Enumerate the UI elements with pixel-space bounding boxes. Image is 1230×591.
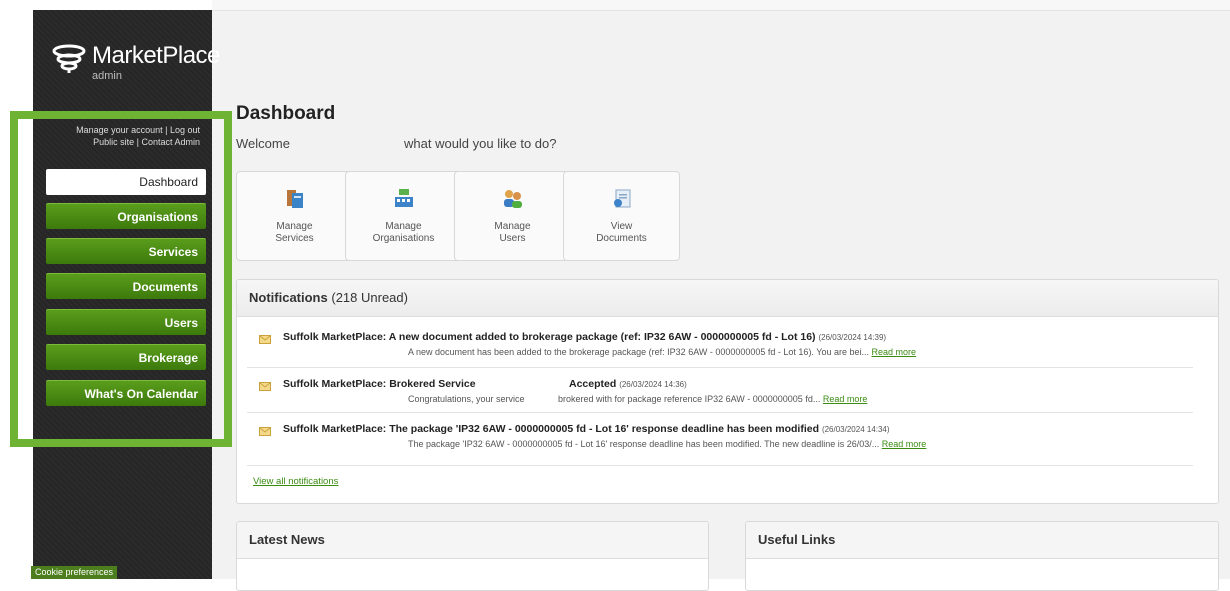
manage-organisations-tile[interactable]: Manage Organisations [345, 171, 462, 261]
notification-title: Suffolk MarketPlace: Brokered Service [283, 378, 476, 390]
notification-body: A new document has been added to the bro… [408, 347, 869, 357]
envelope-icon [259, 382, 271, 391]
unread-count: (218 Unread) [331, 290, 408, 305]
tile-label-line1: View [610, 221, 633, 232]
manage-services-icon [287, 190, 303, 208]
tile-label-line1: Manage [494, 221, 531, 232]
read-more-link[interactable]: Read more [872, 347, 917, 357]
manage-services-tile[interactable]: Manage Services [236, 171, 353, 261]
page-title: Dashboard [236, 103, 336, 124]
notification-time: (26/03/2024 14:39) [818, 333, 887, 342]
latest-news-panel: Latest News [236, 521, 709, 591]
envelope-icon [259, 427, 271, 436]
notification-body-continued: brokered with for package reference IP32… [558, 394, 821, 404]
view-documents-tile[interactable]: View Documents [563, 171, 680, 261]
tile-label-line1: Manage [276, 221, 313, 232]
notifications-heading: Notifications [249, 290, 328, 305]
notification-title: Suffolk MarketPlace: The package 'IP32 6… [283, 423, 820, 435]
welcome-text: Welcome [236, 136, 290, 151]
notification-time: (26/03/2024 14:36) [619, 380, 687, 389]
highlight-frame [10, 111, 232, 447]
notification-body: The package 'IP32 6AW - 0000000005 fd - … [408, 439, 880, 449]
tile-label-line1: Manage [385, 221, 422, 232]
view-documents-icon [614, 189, 631, 208]
tile-label-line2: Documents [596, 233, 647, 244]
notification-time: (26/03/2024 14:34) [821, 425, 890, 434]
notification-status: Accepted [569, 378, 617, 390]
logo-text: MarketPlace [92, 42, 220, 69]
notification-item[interactable]: Suffolk MarketPlace: The package 'IP32 6… [247, 423, 1193, 466]
tile-label-line2: Services [275, 233, 314, 244]
welcome-question: what would you like to do? [404, 136, 557, 151]
manage-users-tile[interactable]: Manage Users [454, 171, 571, 261]
manage-users-icon [504, 190, 522, 208]
logo-subtitle: admin [92, 70, 122, 82]
notifications-panel: Notifications (218 Unread) Suffolk Marke… [236, 279, 1219, 504]
latest-news-heading: Latest News [237, 522, 708, 559]
notification-title: Suffolk MarketPlace: A new document adde… [283, 331, 816, 343]
marketplace-logo-icon [52, 44, 86, 73]
useful-links-heading: Useful Links [746, 522, 1218, 559]
top-bar [212, 0, 1230, 11]
cookie-preferences-button[interactable]: Cookie preferences [31, 566, 118, 579]
notification-item[interactable]: Suffolk MarketPlace: Brokered Service Ac… [247, 378, 1193, 413]
tile-label-line2: Organisations [372, 233, 435, 244]
read-more-link[interactable]: Read more [823, 394, 868, 404]
marketplace-logo[interactable]: MarketPlace admin [52, 38, 220, 88]
envelope-icon [259, 335, 271, 344]
useful-links-panel: Useful Links [745, 521, 1219, 591]
manage-organisations-icon [395, 189, 413, 207]
notifications-header: Notifications (218 Unread) [237, 280, 1218, 317]
notification-item[interactable]: Suffolk MarketPlace: A new document adde… [247, 331, 1193, 368]
view-all-notifications-link[interactable]: View all notifications [253, 476, 338, 487]
notification-body: Congratulations, your service [408, 394, 525, 404]
read-more-link[interactable]: Read more [882, 439, 927, 449]
tile-label-line2: Users [499, 233, 526, 244]
